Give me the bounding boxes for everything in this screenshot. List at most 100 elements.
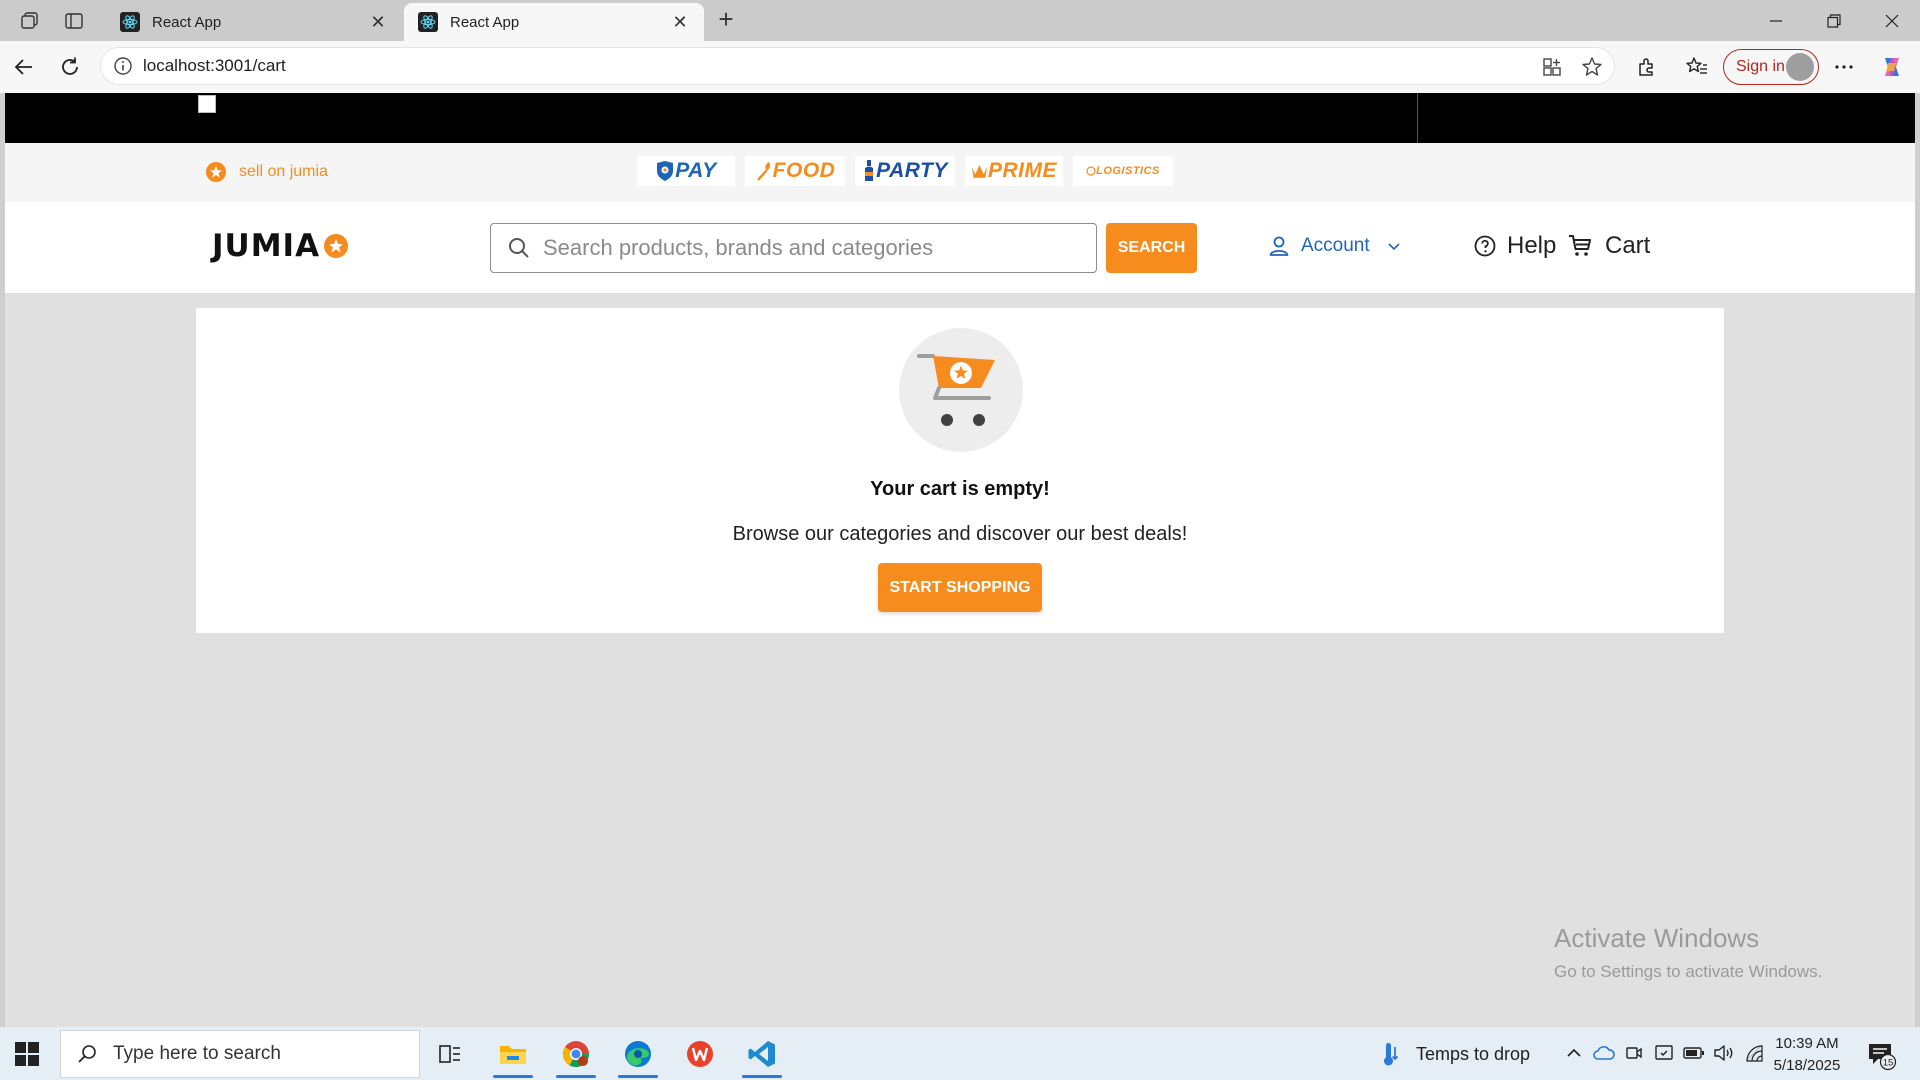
banner-image-container[interactable] <box>196 93 1418 143</box>
url-text: localhost:3001/cart <box>143 56 286 75</box>
chevron-down-icon <box>1388 243 1400 251</box>
user-icon <box>1269 236 1289 256</box>
sell-label: sell on jumia <box>239 163 328 180</box>
onedrive-icon[interactable] <box>1592 1041 1616 1065</box>
help-label: Help <box>1507 232 1557 259</box>
volume-icon[interactable] <box>1712 1041 1736 1065</box>
notification-center-icon[interactable]: 15 <box>1866 1039 1898 1071</box>
new-tab-button[interactable]: + <box>712 6 740 34</box>
account-menu[interactable]: Account <box>1267 234 1402 258</box>
notification-count: 15 <box>1883 1058 1894 1069</box>
empty-cart-illustration <box>899 328 1023 452</box>
wifi-icon[interactable] <box>1742 1041 1766 1065</box>
cart-label: Cart <box>1605 232 1651 259</box>
logistics-icon <box>1086 166 1096 176</box>
workspaces-icon[interactable] <box>18 9 42 33</box>
vertical-tabs-icon[interactable] <box>62 9 86 33</box>
thermometer-icon <box>1384 1043 1399 1066</box>
task-view-icon[interactable] <box>424 1027 476 1080</box>
brand-logistics-link[interactable]: LOGISTICS <box>1073 156 1173 186</box>
cart-icon <box>1569 235 1591 256</box>
restore-icon[interactable] <box>1806 0 1862 41</box>
react-favicon-icon <box>120 12 140 32</box>
top-promo-banner <box>5 93 1915 143</box>
close-tab-icon[interactable]: ✕ <box>670 12 690 33</box>
brand-pay-link[interactable]: PAY <box>637 156 735 186</box>
activate-windows-watermark: Activate Windows Go to Settings to activ… <box>1554 923 1822 982</box>
tab-react-app-1[interactable]: React App ✕ <box>106 3 402 41</box>
minimize-icon[interactable] <box>1748 0 1804 41</box>
windows-taskbar: Type here to search Temps to drop 10:39 … <box>0 1027 1920 1080</box>
close-tab-icon[interactable]: ✕ <box>368 12 388 33</box>
help-icon <box>1474 235 1496 257</box>
browser-tab-strip: React App ✕ React App ✕ + <box>0 0 1920 41</box>
sell-on-jumia-link[interactable]: sell on jumia <box>205 161 328 183</box>
search-icon <box>78 1045 96 1063</box>
back-arrow-icon[interactable] <box>10 53 38 81</box>
watermark-title: Activate Windows <box>1554 923 1760 953</box>
edge-icon[interactable] <box>612 1027 664 1080</box>
page-viewport: sell on jumia PAY FOOD PARTY PRIME LOGIS… <box>5 93 1915 1027</box>
windows-start-icon[interactable] <box>14 1041 40 1067</box>
clock-date: 5/18/2025 <box>1773 1057 1841 1074</box>
site-info-icon[interactable] <box>113 56 133 81</box>
taskbar-search-placeholder: Type here to search <box>113 1043 281 1064</box>
wps-office-icon[interactable] <box>674 1027 726 1080</box>
search-box <box>490 223 1097 273</box>
empty-cart-icon <box>917 354 995 426</box>
party-bottle-icon <box>865 160 874 181</box>
file-explorer-icon[interactable] <box>487 1027 539 1080</box>
top-links-strip: sell on jumia PAY FOOD PARTY PRIME LOGIS… <box>5 143 1915 202</box>
tab-title: React App <box>152 13 222 31</box>
security-icon[interactable] <box>1652 1041 1676 1065</box>
jumia-logo[interactable]: JUMIA <box>212 228 349 264</box>
start-shopping-button[interactable]: START SHOPPING <box>878 563 1042 612</box>
battery-icon[interactable] <box>1682 1041 1706 1065</box>
profile-avatar-icon <box>1786 53 1814 81</box>
meet-now-icon[interactable] <box>1622 1041 1646 1065</box>
logo-text: JUMIA <box>212 228 321 264</box>
weather-widget[interactable]: Temps to drop <box>1380 1041 1530 1067</box>
browser-toolbar: localhost:3001/cart Sign in <box>0 41 1920 93</box>
sign-in-button[interactable]: Sign in <box>1723 49 1819 85</box>
refresh-icon[interactable] <box>56 53 84 81</box>
watermark-subtitle: Go to Settings to activate Windows. <box>1554 962 1823 981</box>
chrome-icon[interactable] <box>550 1027 602 1080</box>
system-clock[interactable]: 10:39 AM 5/18/2025 <box>1768 1033 1846 1077</box>
tab-react-app-2[interactable]: React App ✕ <box>404 3 704 41</box>
search-icon <box>509 238 529 258</box>
extensions-icon[interactable] <box>1633 53 1661 81</box>
account-label: Account <box>1301 235 1370 256</box>
search-input[interactable] <box>543 235 1083 261</box>
close-window-icon[interactable] <box>1864 0 1920 41</box>
food-icon <box>756 162 770 181</box>
pay-shield-icon <box>657 161 674 181</box>
brand-prime-link[interactable]: PRIME <box>965 156 1063 186</box>
more-options-icon[interactable] <box>1830 53 1858 81</box>
search-button[interactable]: SEARCH <box>1106 223 1197 273</box>
brand-food-link[interactable]: FOOD <box>745 156 845 186</box>
vscode-icon[interactable] <box>736 1027 788 1080</box>
react-favicon-icon <box>418 12 438 32</box>
site-header: JUMIA SEARCH Account Help Cart <box>5 202 1915 293</box>
prime-crown-icon <box>971 165 988 178</box>
brand-party-link[interactable]: PARTY <box>855 156 955 186</box>
favorites-icon[interactable] <box>1683 53 1711 81</box>
favorite-star-icon[interactable] <box>1581 56 1603 83</box>
copilot-icon[interactable] <box>1878 53 1906 81</box>
tab-title: React App <box>450 13 520 31</box>
taskbar-search-box[interactable]: Type here to search <box>60 1030 420 1078</box>
empty-cart-title: Your cart is empty! <box>870 478 1050 500</box>
clock-time: 10:39 AM <box>1775 1035 1839 1052</box>
broken-image-icon <box>198 95 216 113</box>
cart-link[interactable]: Cart <box>1567 232 1650 260</box>
app-available-icon[interactable] <box>1541 56 1563 83</box>
empty-cart-subtitle: Browse our categories and discover our b… <box>732 523 1188 545</box>
address-bar[interactable]: localhost:3001/cart <box>100 47 1615 85</box>
weather-text: Temps to drop <box>1416 1043 1531 1064</box>
empty-cart-panel: Your cart is empty! Browse our categorie… <box>196 308 1724 633</box>
show-hidden-icons-chevron-icon[interactable] <box>1562 1041 1586 1065</box>
brand-links: PAY FOOD PARTY PRIME LOGISTICS <box>637 156 1173 186</box>
jumia-star-icon <box>324 234 349 258</box>
help-menu[interactable]: Help <box>1473 232 1556 260</box>
